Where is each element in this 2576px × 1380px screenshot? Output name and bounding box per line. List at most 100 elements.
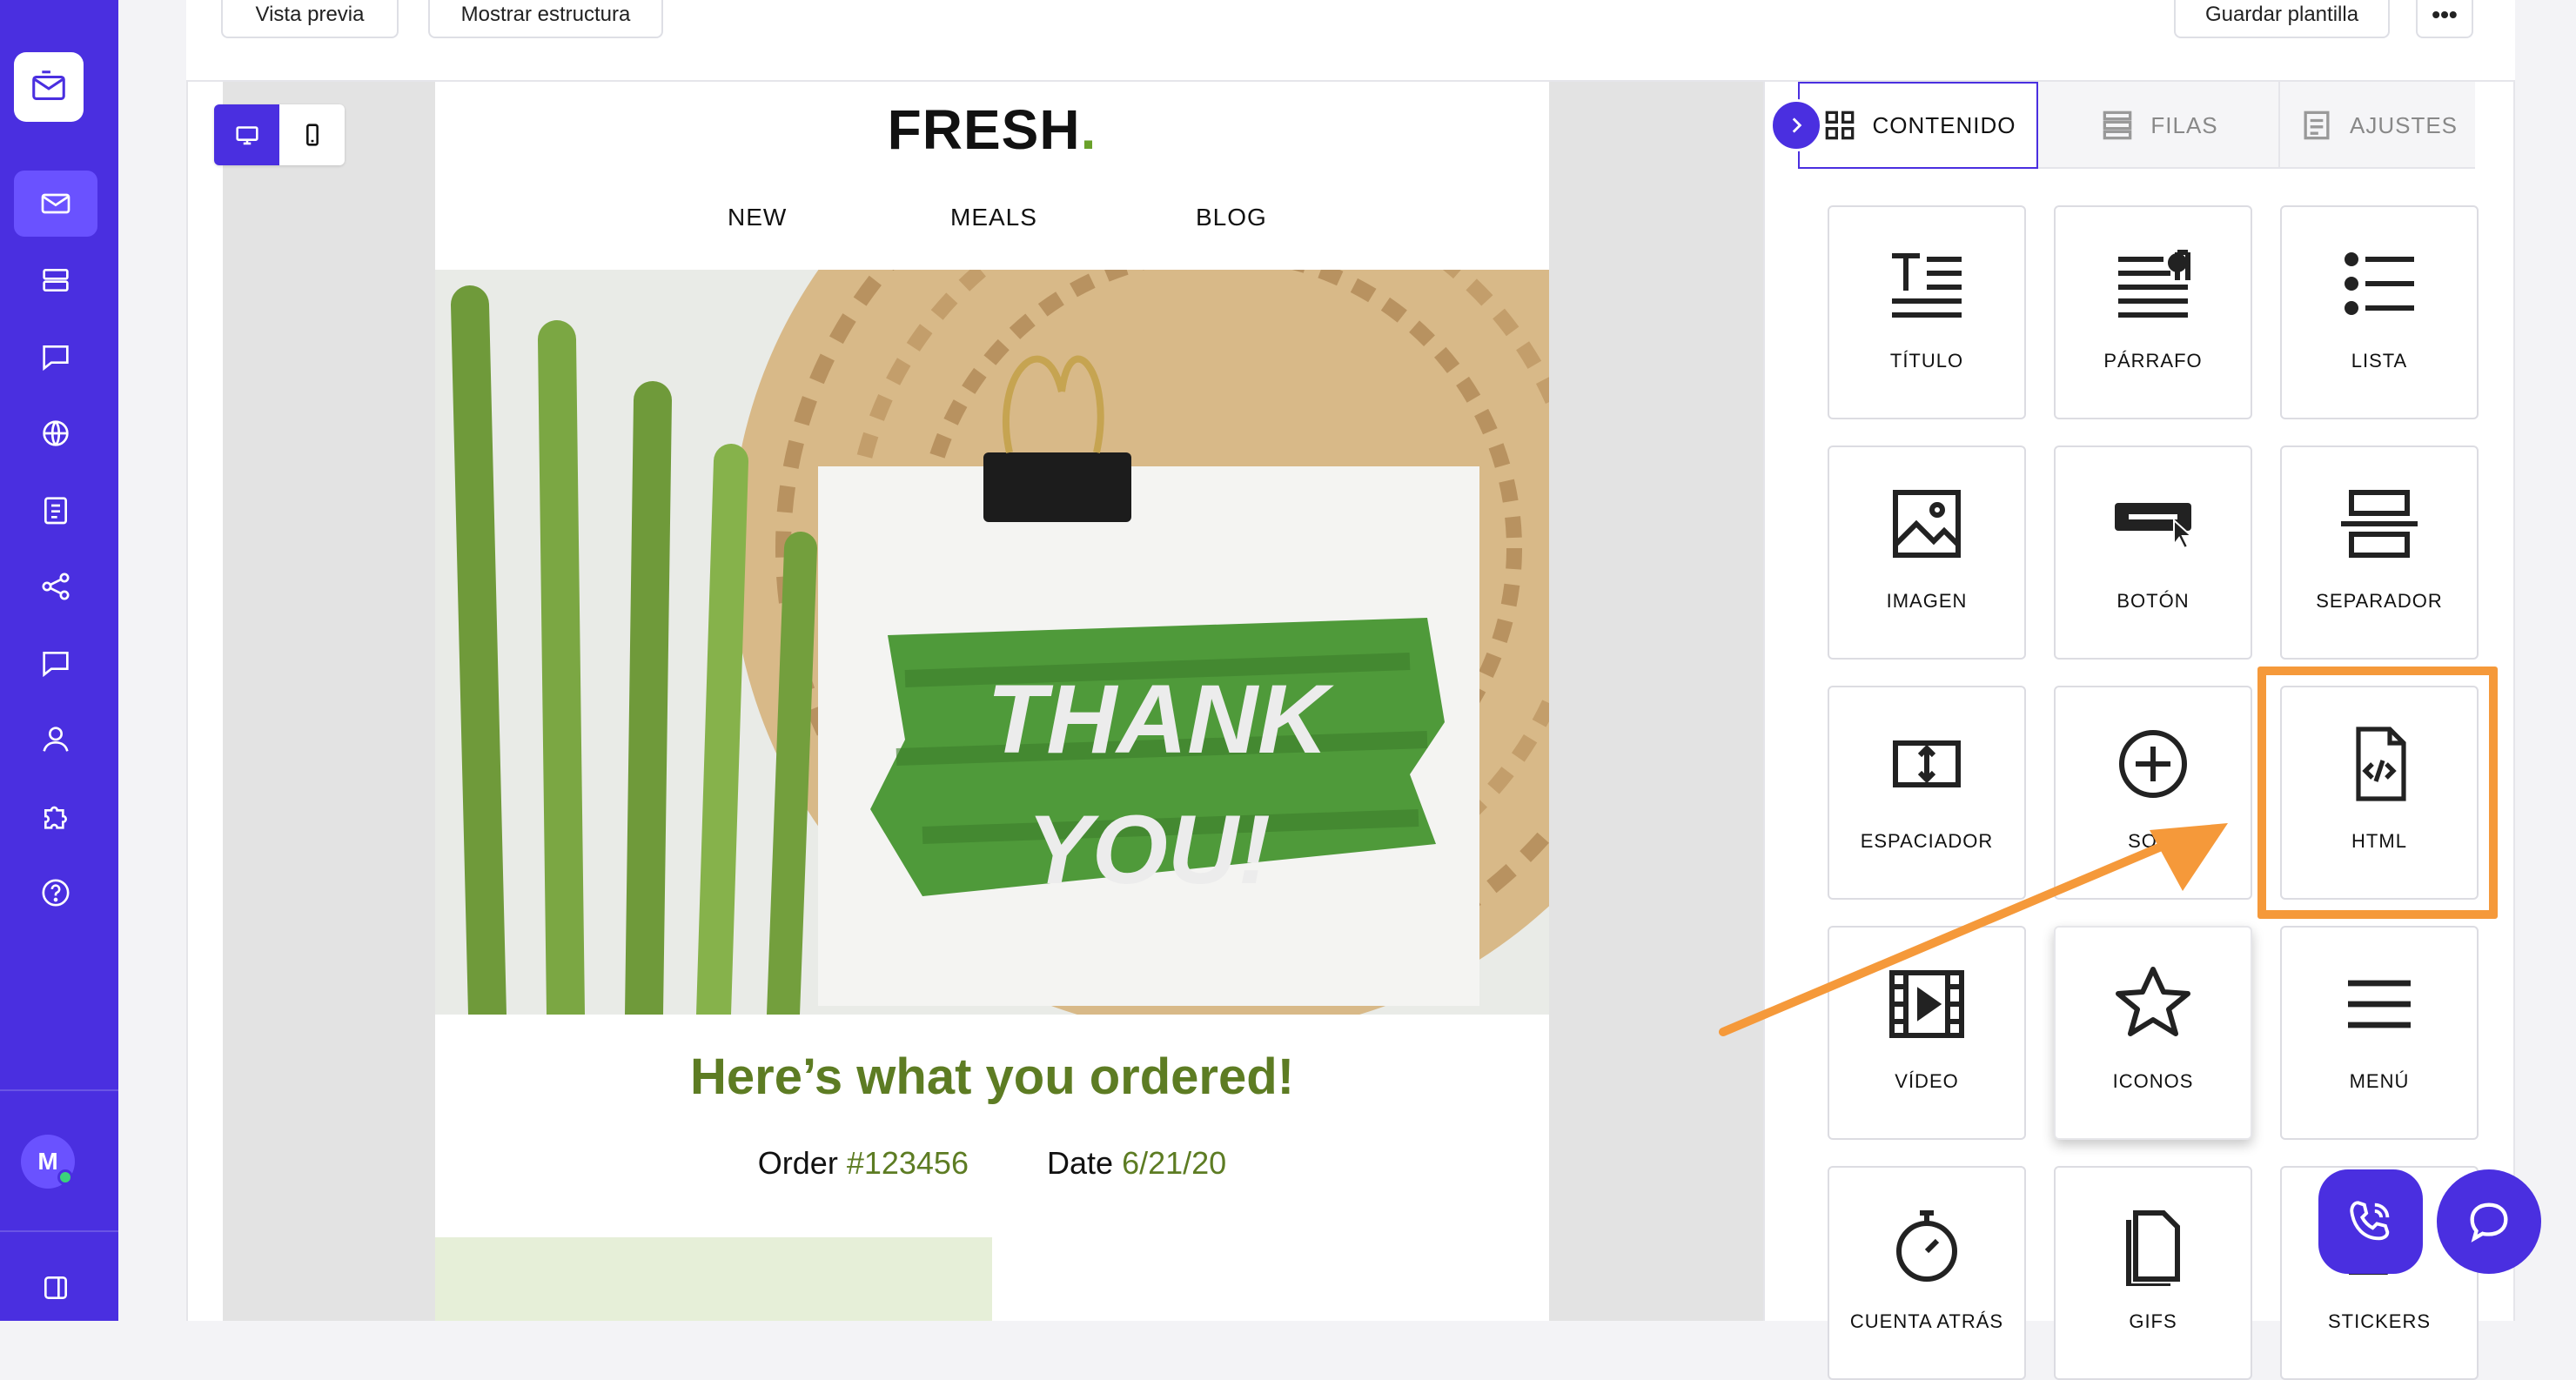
email-nav-new: NEW — [728, 204, 788, 231]
block-label: ICONOS — [2112, 1070, 2194, 1092]
tab-label: CONTENIDO — [1872, 111, 2016, 138]
sidebar-item-email[interactable] — [14, 171, 97, 237]
more-options-button[interactable]: ••• — [2416, 0, 2473, 38]
online-status-dot — [57, 1169, 73, 1185]
puzzle-icon — [44, 806, 67, 829]
block-label: SEPARADOR — [2316, 590, 2443, 612]
desktop-view-button[interactable] — [214, 104, 279, 165]
spacer-icon — [1893, 740, 1961, 787]
block-titulo[interactable]: TÍTULO — [1828, 205, 2026, 419]
block-boton[interactable]: BOTÓN — [2054, 445, 2252, 660]
sidebar-collapse-button[interactable] — [14, 1255, 97, 1321]
block-separador[interactable]: SEPARADOR — [2280, 445, 2479, 660]
order-number: #123456 — [846, 1145, 969, 1181]
builder-tabs: CONTENIDO FILAS AJUSTES — [1798, 82, 2475, 169]
mobile-view-button[interactable] — [279, 104, 345, 165]
clipboard-icon — [44, 497, 67, 525]
chat-bubble-icon — [2470, 1202, 2508, 1243]
call-support-button[interactable] — [2318, 1169, 2423, 1274]
chat-support-button[interactable] — [2437, 1169, 2541, 1274]
order-label: Order — [757, 1145, 838, 1181]
block-label: TÍTULO — [1889, 350, 1964, 372]
menu-icon — [2348, 980, 2411, 1028]
button-icon — [2115, 503, 2194, 550]
avatar-initial: M — [37, 1148, 58, 1175]
block-label: IMAGEN — [1886, 590, 1968, 612]
app-logo[interactable] — [14, 52, 84, 122]
tab-label: AJUSTES — [2349, 111, 2459, 138]
show-structure-button[interactable]: Mostrar estructura — [428, 0, 663, 38]
sidebar-item-forms[interactable] — [14, 477, 97, 543]
tab-filas[interactable]: FILAS — [2038, 82, 2278, 169]
brand-dot: . — [1080, 98, 1097, 161]
device-toggle — [214, 104, 345, 165]
brand-logo: FRESH. — [435, 97, 1549, 162]
hero-text-thank: THANK — [987, 665, 1334, 774]
preview-button[interactable]: Vista previa — [221, 0, 399, 38]
sidebar-item-conversations[interactable] — [14, 324, 97, 390]
sidebar-item-help[interactable] — [14, 860, 97, 926]
message-icon — [43, 652, 69, 678]
hero-image: THANK YOU! — [435, 270, 1549, 1015]
save-template-button[interactable]: Guardar plantilla — [2174, 0, 2390, 38]
block-menu[interactable]: MENÚ — [2280, 926, 2479, 1140]
block-parrafo[interactable]: PÁRRAFO — [2054, 205, 2252, 419]
image-icon — [1893, 490, 1961, 558]
share-icon — [42, 573, 70, 600]
chat-icon — [43, 345, 69, 372]
block-label: MENÚ — [2349, 1070, 2410, 1092]
grid-icon — [1825, 111, 1854, 140]
email-preview[interactable]: FRESH. NEW MEALS BLOG THANK YOU! Here’s … — [435, 82, 1549, 1321]
html-block-highlight — [2257, 667, 2498, 919]
gif-icon — [2126, 1210, 2180, 1286]
desktop-icon — [235, 126, 258, 145]
settings-list-icon — [2304, 111, 2330, 140]
email-headline: Here’s what you ordered! — [689, 1048, 1295, 1105]
sidebar-item-automation[interactable] — [14, 553, 97, 620]
mail-logo-icon — [32, 70, 65, 100]
brand-name: FRESH — [887, 98, 1081, 161]
social-icon — [2119, 730, 2187, 798]
rows-icon — [2103, 111, 2132, 140]
divider-icon — [2341, 490, 2418, 558]
app-sidebar: M — [0, 0, 118, 1321]
tab-contenido[interactable]: CONTENIDO — [1798, 82, 2038, 169]
sidebar-item-contacts[interactable] — [14, 707, 97, 773]
email-nav-blog: BLOG — [1196, 204, 1267, 231]
sidebar-item-integrations[interactable] — [14, 783, 97, 849]
timer-icon — [1896, 1210, 1957, 1282]
sidebar-divider — [0, 1089, 118, 1091]
mobile-icon — [305, 124, 319, 146]
block-label: STICKERS — [2327, 1310, 2432, 1332]
block-label: LISTA — [2351, 350, 2408, 372]
order-date: 6/21/20 — [1122, 1145, 1227, 1181]
block-imagen[interactable]: IMAGEN — [1828, 445, 2026, 660]
email-nav-meals: MEALS — [950, 204, 1037, 231]
order-summary: Order #123456 Date 6/21/20 — [435, 1145, 1549, 1182]
sidebar-item-web[interactable] — [14, 400, 97, 466]
sidebar-divider — [0, 1230, 118, 1232]
tab-label: FILAS — [2150, 111, 2218, 138]
block-label: VÍDEO — [1895, 1070, 1959, 1092]
sidebar-item-messages[interactable] — [14, 630, 97, 696]
list-icon — [2345, 252, 2414, 315]
layers-icon — [43, 269, 69, 291]
block-label: CUENTA ATRÁS — [1849, 1310, 2004, 1332]
hero-text-you: YOU! — [1027, 795, 1271, 904]
collapse-panel-button[interactable] — [1770, 99, 1822, 151]
block-gifs[interactable]: GIFS — [2054, 1166, 2252, 1380]
sidebar-item-templates[interactable] — [14, 247, 97, 313]
block-label: GIFS — [2129, 1310, 2177, 1332]
block-cuenta-atras[interactable]: CUENTA ATRÁS — [1828, 1166, 2026, 1380]
help-icon — [42, 879, 70, 907]
product-block — [435, 1237, 992, 1321]
globe-icon — [43, 420, 69, 446]
block-lista[interactable]: LISTA — [2280, 205, 2479, 419]
date-label: Date — [1047, 1145, 1114, 1181]
user-icon — [43, 727, 69, 752]
title-icon — [1892, 253, 1962, 318]
panel-toggle-icon — [44, 1276, 67, 1299]
tab-ajustes[interactable]: AJUSTES — [2278, 82, 2475, 169]
paragraph-icon — [2118, 250, 2190, 318]
editor-toolbar: Vista previa Mostrar estructura Guardar … — [186, 0, 2515, 82]
